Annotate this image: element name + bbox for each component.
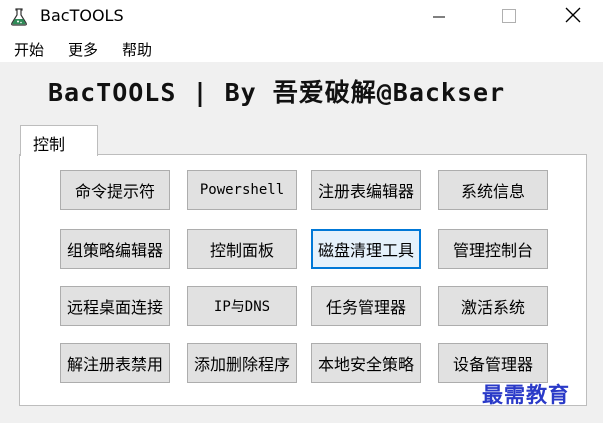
remote-desktop-button[interactable]: 远程桌面连接 [60,286,170,326]
menu-item-help[interactable]: 帮助 [122,39,152,60]
sysinfo-button[interactable]: 系统信息 [438,170,548,210]
title-bar[interactable]: BacTOOLS [0,0,603,34]
cmd-button[interactable]: 命令提示符 [60,170,170,210]
local-security-policy-button[interactable]: 本地安全策略 [311,343,421,383]
activate-system-button[interactable]: 激活系统 [438,286,548,326]
menu-bar: 开始 更多 帮助 [0,34,603,62]
powershell-button[interactable]: Powershell [187,170,297,210]
ip-dns-button-label: IP与DNS [213,299,271,315]
banner-title: BacTOOLS | By 吾爱破解@Backser [48,78,506,107]
close-button[interactable] [550,0,596,34]
device-manager-button[interactable]: 设备管理器 [438,343,548,383]
gpedit-button[interactable]: 组策略编辑器 [60,229,170,269]
tab-control[interactable]: 控制 [20,125,98,156]
minimize-button[interactable] [416,0,462,34]
mmc-button[interactable]: 管理控制台 [438,229,548,269]
powershell-button-label: Powershell [199,182,285,198]
control-panel-button[interactable]: 控制面板 [187,229,297,269]
disk-cleanup-button[interactable]: 磁盘清理工具 [311,229,421,269]
close-icon [565,7,581,27]
watermark-text: 最需教育 [482,382,570,407]
ip-dns-button[interactable]: IP与DNS [187,286,297,326]
flask-icon [9,7,29,27]
unlock-registry-button[interactable]: 解注册表禁用 [60,343,170,383]
app-window: BacTOOLS 开始 更多 帮助 BacTOOLS | By 吾爱破解@Bac… [0,0,603,423]
add-remove-programs-button[interactable]: 添加删除程序 [187,343,297,383]
tab-label: 控制 [33,135,66,154]
regedit-button[interactable]: 注册表编辑器 [311,170,421,210]
maximize-icon [502,8,516,27]
window-title: BacTOOLS [40,6,124,25]
maximize-button[interactable] [486,0,532,34]
menu-item-more[interactable]: 更多 [68,39,98,60]
minimize-icon [433,8,445,27]
task-manager-button[interactable]: 任务管理器 [311,286,421,326]
menu-item-start[interactable]: 开始 [14,39,44,60]
